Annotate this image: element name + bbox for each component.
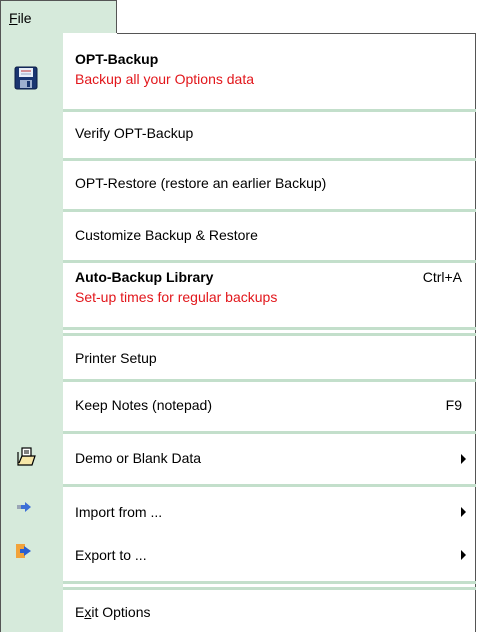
menu-bar: File xyxy=(0,0,477,34)
menu-item-auto-backup-library[interactable]: Auto-Backup Library Set-up times for reg… xyxy=(63,264,476,328)
menu-item-exit-options[interactable]: Exit Options xyxy=(63,591,476,631)
menu-item-customize-backup[interactable]: Customize Backup & Restore xyxy=(63,213,476,258)
separator xyxy=(63,260,476,263)
menu-item-import-from[interactable]: Import from ... xyxy=(63,488,476,532)
menu-item-opt-backup[interactable]: OPT-Backup Backup all your Options data xyxy=(63,41,476,103)
auto-backup-label: Auto-Backup Library xyxy=(75,269,214,285)
customize-backup-label: Customize Backup & Restore xyxy=(75,227,258,243)
submenu-arrow-icon xyxy=(461,454,466,464)
separator xyxy=(63,581,476,584)
separator xyxy=(63,587,476,590)
opt-backup-label: OPT-Backup xyxy=(75,51,159,67)
menu-item-export-to[interactable]: Export to ... xyxy=(63,532,476,578)
file-menu-tab[interactable]: File xyxy=(0,0,117,34)
verify-backup-label: Verify OPT-Backup xyxy=(75,125,194,141)
keep-notes-shortcut: F9 xyxy=(445,397,462,413)
menu-item-keep-notes[interactable]: Keep Notes (notepad) F9 xyxy=(63,383,476,429)
separator xyxy=(63,209,476,212)
menu-item-printer-setup[interactable]: Printer Setup xyxy=(63,337,476,379)
auto-backup-subtitle: Set-up times for regular backups xyxy=(75,289,278,305)
file-menu-label: File xyxy=(9,10,32,26)
export-arrow-icon xyxy=(16,544,31,558)
floppy-disk-icon xyxy=(14,66,38,90)
auto-backup-shortcut: Ctrl+A xyxy=(422,269,462,285)
separator xyxy=(63,327,476,330)
import-from-label: Import from ... xyxy=(75,504,163,520)
opt-restore-label: OPT-Restore (restore an earlier Backup) xyxy=(75,175,327,191)
opt-backup-subtitle: Backup all your Options data xyxy=(75,71,254,87)
keep-notes-label: Keep Notes (notepad) xyxy=(75,397,212,413)
menu-item-opt-restore[interactable]: OPT-Restore (restore an earlier Backup) xyxy=(63,162,476,207)
open-document-icon xyxy=(17,447,36,466)
menu-item-verify-backup[interactable]: Verify OPT-Backup xyxy=(63,113,476,154)
exit-options-label: Exit Options xyxy=(75,604,151,620)
separator xyxy=(63,484,476,487)
printer-setup-label: Printer Setup xyxy=(75,350,157,366)
separator xyxy=(63,379,476,382)
import-arrow-icon xyxy=(17,502,31,512)
file-menu-dropdown: OPT-Backup Backup all your Options data … xyxy=(0,33,476,632)
separator xyxy=(63,333,476,336)
separator xyxy=(63,158,476,161)
separator xyxy=(63,109,476,112)
menu-item-demo-blank-data[interactable]: Demo or Blank Data xyxy=(63,435,476,481)
export-to-label: Export to ... xyxy=(75,547,147,563)
submenu-arrow-icon xyxy=(461,550,466,560)
demo-blank-label: Demo or Blank Data xyxy=(75,450,202,466)
separator xyxy=(63,431,476,434)
submenu-arrow-icon xyxy=(461,507,466,517)
